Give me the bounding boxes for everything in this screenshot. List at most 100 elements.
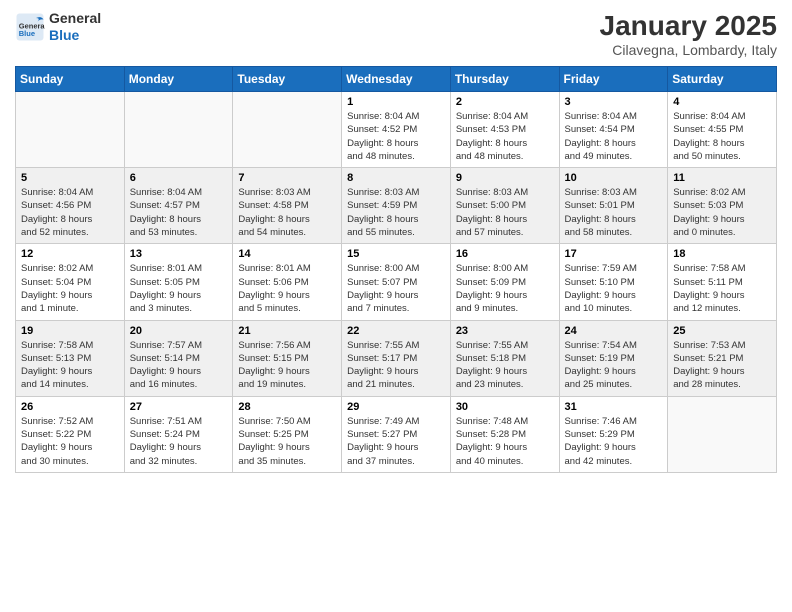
day-number: 17: [565, 248, 663, 260]
logo-text: General Blue: [49, 10, 101, 44]
calendar-header-tuesday: Tuesday: [233, 67, 342, 92]
calendar-cell: 31Sunrise: 7:46 AM Sunset: 5:29 PM Dayli…: [559, 396, 668, 472]
day-info: Sunrise: 8:02 AM Sunset: 5:04 PM Dayligh…: [21, 262, 119, 315]
calendar-cell: 22Sunrise: 7:55 AM Sunset: 5:17 PM Dayli…: [342, 320, 451, 396]
calendar-cell: 23 Sunrise: 7:55 AM Sunset: 5:18 PM Dayli…: [450, 320, 559, 396]
day-info: Sunrise: 8:00 AM Sunset: 5:07 PM Dayligh…: [347, 262, 445, 315]
calendar-header-friday: Friday: [559, 67, 668, 92]
calendar-header-wednesday: Wednesday: [342, 67, 451, 92]
calendar-cell: 5 Sunrise: 8:04 AM Sunset: 4:56 PM Daylig…: [16, 168, 125, 244]
calendar-cell: 16Sunrise: 8:00 AM Sunset: 5:09 PM Dayli…: [450, 244, 559, 320]
logo: General Blue General Blue: [15, 10, 101, 44]
day-number: 7: [238, 172, 336, 184]
calendar-cell: [16, 92, 125, 168]
calendar-week-row: 5 Sunrise: 8:04 AM Sunset: 4:56 PM Daylig…: [16, 168, 777, 244]
calendar-cell: 14Sunrise: 8:01 AM Sunset: 5:06 PM Dayli…: [233, 244, 342, 320]
day-number: 4: [673, 96, 771, 108]
day-number: 5: [21, 172, 119, 184]
calendar-cell: 8 Sunrise: 8:03 AM Sunset: 4:59 PM Daylig…: [342, 168, 451, 244]
day-number: 27: [130, 401, 228, 413]
day-info: Sunrise: 7:57 AM Sunset: 5:14 PM Dayligh…: [130, 339, 228, 392]
calendar-header-saturday: Saturday: [668, 67, 777, 92]
calendar-week-row: 1 Sunrise: 8:04 AM Sunset: 4:52 PM Daylig…: [16, 92, 777, 168]
day-number: 25: [673, 325, 771, 337]
calendar-cell: 15 Sunrise: 8:00 AM Sunset: 5:07 PM Dayli…: [342, 244, 451, 320]
calendar-cell: 18Sunrise: 7:58 AM Sunset: 5:11 PM Dayli…: [668, 244, 777, 320]
calendar-week-row: 19 Sunrise: 7:58 AM Sunset: 5:13 PM Dayli…: [16, 320, 777, 396]
calendar-week-row: 26 Sunrise: 7:52 AM Sunset: 5:22 PM Dayli…: [16, 396, 777, 472]
day-number: 28: [238, 401, 336, 413]
calendar-cell: 28 Sunrise: 7:50 AM Sunset: 5:25 PM Dayli…: [233, 396, 342, 472]
day-info: Sunrise: 8:02 AM Sunset: 5:03 PM Dayligh…: [673, 186, 771, 239]
day-number: 8: [347, 172, 445, 184]
day-info: Sunrise: 8:04 AM Sunset: 4:54 PM Dayligh…: [565, 110, 663, 163]
calendar-cell: [124, 92, 233, 168]
day-number: 24: [565, 325, 663, 337]
day-info: Sunrise: 7:53 AM Sunset: 5:21 PM Dayligh…: [673, 339, 771, 392]
day-number: 22: [347, 325, 445, 337]
day-number: 2: [456, 96, 554, 108]
day-info: Sunrise: 8:03 AM Sunset: 5:01 PM Dayligh…: [565, 186, 663, 239]
calendar-cell: [233, 92, 342, 168]
calendar-cell: 11Sunrise: 8:02 AM Sunset: 5:03 PM Dayli…: [668, 168, 777, 244]
day-number: 3: [565, 96, 663, 108]
day-info: Sunrise: 8:04 AM Sunset: 4:52 PM Dayligh…: [347, 110, 445, 163]
day-number: 13: [130, 248, 228, 260]
calendar-cell: 2 Sunrise: 8:04 AM Sunset: 4:53 PM Daylig…: [450, 92, 559, 168]
day-number: 23: [456, 325, 554, 337]
calendar-cell: 24 Sunrise: 7:54 AM Sunset: 5:19 PM Dayli…: [559, 320, 668, 396]
day-info: Sunrise: 8:01 AM Sunset: 5:05 PM Dayligh…: [130, 262, 228, 315]
calendar-header-thursday: Thursday: [450, 67, 559, 92]
day-info: Sunrise: 7:50 AM Sunset: 5:25 PM Dayligh…: [238, 415, 336, 468]
calendar-cell: 7 Sunrise: 8:03 AM Sunset: 4:58 PM Daylig…: [233, 168, 342, 244]
day-number: 29: [347, 401, 445, 413]
day-info: Sunrise: 8:04 AM Sunset: 4:55 PM Dayligh…: [673, 110, 771, 163]
calendar-cell: 21 Sunrise: 7:56 AM Sunset: 5:15 PM Dayli…: [233, 320, 342, 396]
calendar-header-row: SundayMondayTuesdayWednesdayThursdayFrid…: [16, 67, 777, 92]
day-number: 21: [238, 325, 336, 337]
day-number: 9: [456, 172, 554, 184]
day-number: 18: [673, 248, 771, 260]
day-number: 15: [347, 248, 445, 260]
day-info: Sunrise: 7:52 AM Sunset: 5:22 PM Dayligh…: [21, 415, 119, 468]
calendar-cell: 1 Sunrise: 8:04 AM Sunset: 4:52 PM Daylig…: [342, 92, 451, 168]
day-number: 30: [456, 401, 554, 413]
day-info: Sunrise: 8:01 AM Sunset: 5:06 PM Dayligh…: [238, 262, 336, 315]
day-number: 26: [21, 401, 119, 413]
month-year-title: January 2025: [600, 10, 777, 42]
day-info: Sunrise: 7:59 AM Sunset: 5:10 PM Dayligh…: [565, 262, 663, 315]
logo-icon: General Blue: [15, 12, 45, 42]
calendar-cell: 17 Sunrise: 7:59 AM Sunset: 5:10 PM Dayli…: [559, 244, 668, 320]
svg-text:Blue: Blue: [19, 29, 35, 38]
calendar-cell: 3 Sunrise: 8:04 AM Sunset: 4:54 PM Daylig…: [559, 92, 668, 168]
day-info: Sunrise: 7:55 AM Sunset: 5:18 PM Dayligh…: [456, 339, 554, 392]
day-number: 12: [21, 248, 119, 260]
day-info: Sunrise: 7:54 AM Sunset: 5:19 PM Dayligh…: [565, 339, 663, 392]
calendar-cell: 6Sunrise: 8:04 AM Sunset: 4:57 PM Daylig…: [124, 168, 233, 244]
day-info: Sunrise: 8:03 AM Sunset: 4:59 PM Dayligh…: [347, 186, 445, 239]
calendar-cell: 12 Sunrise: 8:02 AM Sunset: 5:04 PM Dayli…: [16, 244, 125, 320]
day-number: 20: [130, 325, 228, 337]
calendar-cell: 20 Sunrise: 7:57 AM Sunset: 5:14 PM Dayli…: [124, 320, 233, 396]
location-subtitle: Cilavegna, Lombardy, Italy: [600, 42, 777, 58]
day-info: Sunrise: 7:58 AM Sunset: 5:13 PM Dayligh…: [21, 339, 119, 392]
calendar-table: SundayMondayTuesdayWednesdayThursdayFrid…: [15, 66, 777, 473]
title-block: January 2025 Cilavegna, Lombardy, Italy: [600, 10, 777, 58]
calendar-cell: 29Sunrise: 7:49 AM Sunset: 5:27 PM Dayli…: [342, 396, 451, 472]
calendar-cell: 19 Sunrise: 7:58 AM Sunset: 5:13 PM Dayli…: [16, 320, 125, 396]
day-info: Sunrise: 7:56 AM Sunset: 5:15 PM Dayligh…: [238, 339, 336, 392]
day-number: 1: [347, 96, 445, 108]
day-number: 19: [21, 325, 119, 337]
day-info: Sunrise: 7:51 AM Sunset: 5:24 PM Dayligh…: [130, 415, 228, 468]
calendar-cell: 9Sunrise: 8:03 AM Sunset: 5:00 PM Daylig…: [450, 168, 559, 244]
day-info: Sunrise: 8:04 AM Sunset: 4:53 PM Dayligh…: [456, 110, 554, 163]
page-header: General Blue General Blue January 2025 C…: [15, 10, 777, 58]
calendar-week-row: 12 Sunrise: 8:02 AM Sunset: 5:04 PM Dayli…: [16, 244, 777, 320]
day-info: Sunrise: 8:04 AM Sunset: 4:56 PM Dayligh…: [21, 186, 119, 239]
day-number: 31: [565, 401, 663, 413]
day-info: Sunrise: 8:03 AM Sunset: 4:58 PM Dayligh…: [238, 186, 336, 239]
calendar-cell: 27 Sunrise: 7:51 AM Sunset: 5:24 PM Dayli…: [124, 396, 233, 472]
logo-blue: Blue: [49, 27, 79, 43]
day-info: Sunrise: 8:04 AM Sunset: 4:57 PM Dayligh…: [130, 186, 228, 239]
calendar-header-sunday: Sunday: [16, 67, 125, 92]
